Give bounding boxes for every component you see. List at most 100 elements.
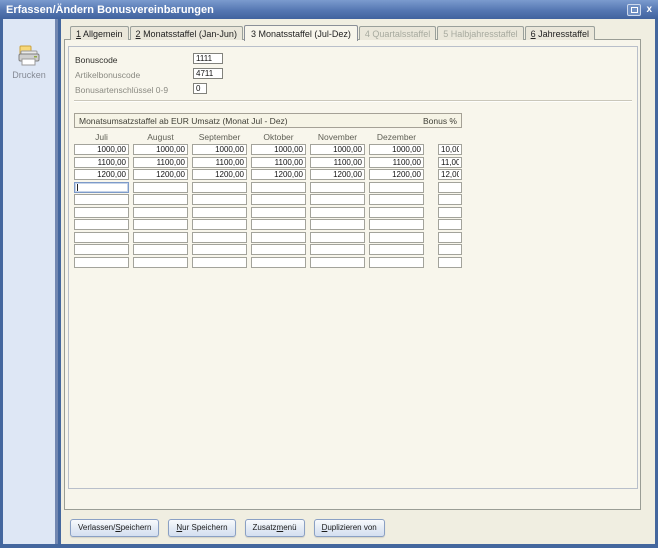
staffel-month-cell[interactable] [192, 144, 247, 155]
staffel-month-cell[interactable] [133, 169, 188, 180]
staffel-month-cell[interactable] [133, 231, 188, 243]
staffel-month-cell[interactable] [192, 244, 247, 255]
staffel-month-cell[interactable] [251, 181, 306, 193]
staffel-row [74, 206, 462, 220]
staffel-row [74, 244, 462, 257]
staffel-month-cell[interactable] [310, 194, 365, 205]
staffel-month-cell[interactable] [74, 219, 129, 230]
staffel-month-cell[interactable] [74, 156, 129, 168]
staffel-month-cell[interactable] [74, 169, 129, 180]
separator [74, 100, 632, 101]
staffel-month-cell[interactable] [310, 244, 365, 255]
staffel-bonus-cell[interactable] [438, 244, 462, 255]
staffel-month-cell[interactable] [133, 219, 188, 230]
duplizieren-von-button[interactable]: Duplizieren von [313, 519, 385, 537]
staffel-month-cell[interactable] [369, 169, 424, 180]
staffel-month-cell[interactable] [192, 219, 247, 230]
staffel-month-cell[interactable] [74, 256, 129, 268]
sidebar: Drucken [3, 19, 58, 544]
staffel-bonus-cell[interactable] [438, 144, 462, 155]
staffel-month-cell[interactable] [192, 156, 247, 168]
staffel-month-cell[interactable] [310, 181, 365, 193]
staffel-month-cell[interactable] [369, 144, 424, 155]
form-panel: Bonuscode Artikelbonuscode Bonusartensch… [68, 46, 638, 489]
staffel-month-cell[interactable] [133, 244, 188, 255]
staffel-month-cell[interactable] [192, 231, 247, 243]
restore-icon[interactable] [627, 3, 642, 16]
tab-monatsstaffel-jul-dez[interactable]: 3 Monatsstaffel (Jul-Dez) [243, 25, 358, 41]
staffel-month-cell[interactable] [310, 256, 365, 268]
staffel-month-cell[interactable] [310, 206, 365, 218]
staffel-month-cell[interactable] [310, 144, 365, 155]
staffel-month-cell[interactable] [74, 144, 129, 155]
print-button[interactable]: Drucken [3, 45, 55, 80]
staffel-month-cell[interactable] [192, 194, 247, 205]
tab-monatsstaffel-jan-jun[interactable]: 2 Monatsstaffel (Jan-Jun) [129, 26, 243, 40]
staffel-month-cell[interactable] [192, 256, 247, 268]
staffel-row [74, 169, 462, 182]
staffel-row [74, 256, 462, 270]
staffel-month-cell[interactable] [133, 144, 188, 155]
staffel-row [74, 194, 462, 207]
staffel-bonus-cell[interactable] [438, 256, 462, 268]
tab-allgemein[interactable]: 1 Allgemein [70, 26, 129, 40]
bonusartenschluessel-field[interactable] [193, 83, 207, 94]
staffel-month-cell[interactable] [74, 181, 129, 193]
main-area: 1 Allgemein 2 Monatsstaffel (Jan-Jun) 3 … [61, 19, 655, 544]
staffel-month-cell[interactable] [369, 206, 424, 218]
staffel-month-cell[interactable] [133, 206, 188, 218]
staffel-month-cell[interactable] [133, 156, 188, 168]
tab-quartalsstaffel: 4 Quartalsstaffel [358, 26, 437, 40]
staffel-bonus-cell[interactable] [438, 194, 462, 205]
verlassen-speichern-button[interactable]: Verlassen/Speichern [70, 519, 160, 537]
staffel-month-cell[interactable] [251, 156, 306, 168]
staffel-month-cell[interactable] [251, 256, 306, 268]
close-icon[interactable]: x [646, 4, 652, 16]
staffel-month-cell[interactable] [74, 231, 129, 243]
staffel-month-cell[interactable] [74, 194, 129, 205]
staffel-month-cell[interactable] [369, 181, 424, 193]
staffel-month-cell[interactable] [310, 169, 365, 180]
staffel-month-cell[interactable] [251, 169, 306, 180]
column-header: August [147, 132, 174, 142]
staffel-month-cell[interactable] [251, 219, 306, 230]
staffel-month-cell[interactable] [369, 194, 424, 205]
bonuscode-field[interactable] [193, 53, 223, 64]
staffel-month-cell[interactable] [369, 156, 424, 168]
nur-speichern-button[interactable]: Nur Speichern [168, 519, 236, 537]
staffel-month-cell[interactable] [192, 206, 247, 218]
staffel-month-cell[interactable] [369, 256, 424, 268]
staffel-bonus-cell[interactable] [438, 231, 462, 243]
tab-strip: 1 Allgemein 2 Monatsstaffel (Jan-Jun) 3 … [70, 22, 596, 41]
staffel-month-cell[interactable] [310, 156, 365, 168]
staffel-month-cell[interactable] [192, 169, 247, 180]
artikelbonuscode-field[interactable] [193, 68, 223, 79]
tab-jahresstaffel[interactable]: 6 Jahresstaffel [524, 26, 595, 40]
staffel-month-cell[interactable] [133, 194, 188, 205]
zusatzmenue-button[interactable]: Zusatzmenü [244, 519, 305, 537]
staffel-month-cell[interactable] [74, 244, 129, 255]
staffel-month-cell[interactable] [251, 144, 306, 155]
staffel-month-cell[interactable] [251, 194, 306, 205]
staffel-month-cell[interactable] [251, 244, 306, 255]
staffel-month-cell[interactable] [74, 206, 129, 218]
staffel-bonus-cell[interactable] [438, 206, 462, 218]
staffel-month-cell[interactable] [369, 231, 424, 243]
column-header: Juli [95, 132, 108, 142]
staffel-band: Monatsumsatzstaffel ab EUR Umsatz (Monat… [74, 113, 462, 128]
staffel-month-cell[interactable] [310, 231, 365, 243]
staffel-bonus-cell[interactable] [438, 169, 462, 180]
staffel-month-cell[interactable] [369, 244, 424, 255]
staffel-month-cell[interactable] [133, 181, 188, 193]
staffel-month-cell[interactable] [251, 206, 306, 218]
staffel-month-cell[interactable] [133, 256, 188, 268]
staffel-row [74, 219, 462, 232]
staffel-month-cell[interactable] [192, 181, 247, 193]
staffel-month-cell[interactable] [369, 219, 424, 230]
staffel-month-cell[interactable] [310, 219, 365, 230]
staffel-bonus-cell[interactable] [438, 219, 462, 230]
staffel-month-cell[interactable] [251, 231, 306, 243]
staffel-bonus-cell[interactable] [438, 156, 462, 168]
staffel-row [74, 181, 462, 195]
staffel-bonus-cell[interactable] [438, 181, 462, 193]
